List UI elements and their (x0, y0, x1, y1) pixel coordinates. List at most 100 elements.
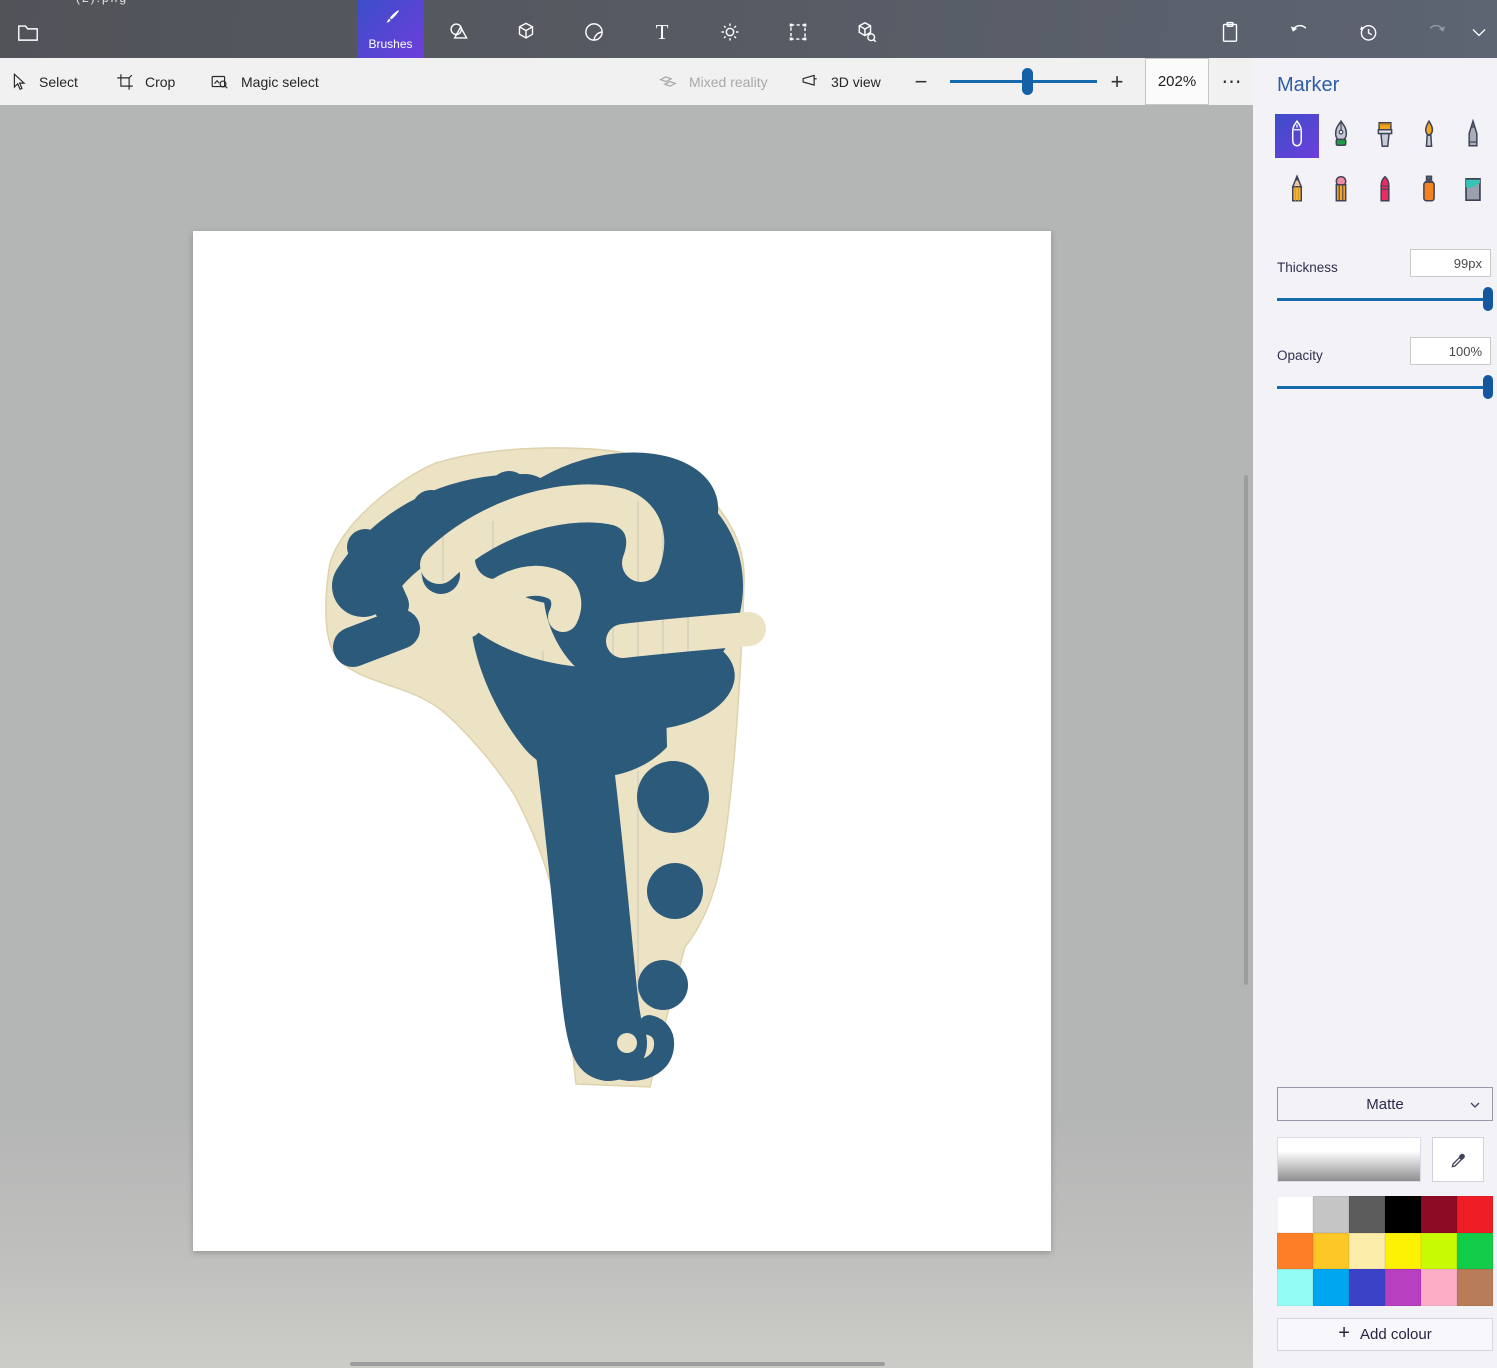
artwork-matisse-cutout (193, 231, 1051, 1251)
tab-3d-shapes[interactable] (504, 10, 548, 54)
opacity-slider-track[interactable] (1277, 386, 1491, 389)
thickness-slider[interactable] (1277, 287, 1491, 311)
material-dropdown[interactable]: Matte (1277, 1087, 1493, 1121)
workspace (0, 105, 1253, 1368)
brush-pixel-pen[interactable] (1451, 114, 1495, 158)
palette-colour[interactable] (1277, 1233, 1313, 1270)
brush-eraser[interactable] (1319, 169, 1363, 213)
3d-library-icon (853, 19, 879, 45)
opacity-label: Opacity (1277, 348, 1323, 363)
palette-colour[interactable] (1457, 1196, 1493, 1233)
horizontal-scrollbar[interactable] (350, 1362, 885, 1366)
palette-colour[interactable] (1277, 1196, 1313, 1233)
vertical-scrollbar[interactable] (1244, 475, 1248, 985)
tab-effects[interactable] (708, 10, 752, 54)
cursor-icon (8, 71, 30, 93)
magic-select-icon (208, 71, 232, 93)
palette-colour[interactable] (1421, 1233, 1457, 1270)
undo-icon (1286, 19, 1312, 45)
3d-shapes-icon (513, 19, 539, 45)
menu-button[interactable] (6, 10, 50, 54)
calligraphy-pen-icon (1326, 118, 1356, 155)
palette-colour[interactable] (1385, 1269, 1421, 1306)
select-button[interactable]: Select (8, 58, 78, 105)
tab-3d-library[interactable] (844, 10, 888, 54)
palette-colour[interactable] (1313, 1233, 1349, 1270)
zoom-slider[interactable] (950, 58, 1097, 105)
expand-toolbar-button[interactable] (1461, 10, 1497, 54)
palette-colour[interactable] (1349, 1269, 1385, 1306)
brush-crayon[interactable] (1363, 169, 1407, 213)
brush-fill[interactable] (1451, 169, 1495, 213)
zoom-level-value[interactable]: 202% (1145, 58, 1209, 105)
undo-button[interactable] (1277, 10, 1321, 54)
oil-brush-icon (1370, 118, 1400, 155)
brush-marker[interactable] (1275, 114, 1319, 158)
3d-view-icon (798, 71, 822, 93)
2d-shapes-icon (446, 19, 472, 45)
shade-gradient-swatch[interactable] (1277, 1137, 1421, 1182)
opacity-input[interactable]: 100% (1410, 337, 1491, 365)
palette-colour[interactable] (1349, 1196, 1385, 1233)
zoom-out-button[interactable]: − (908, 58, 934, 105)
history-clock-icon (1355, 19, 1381, 45)
thickness-slider-thumb[interactable] (1483, 287, 1493, 311)
add-colour-button[interactable]: + Add colour (1277, 1318, 1493, 1351)
thickness-label: Thickness (1277, 260, 1338, 275)
eraser-icon (1326, 173, 1356, 210)
3d-view-button[interactable]: 3D view (798, 58, 881, 105)
brush-oil[interactable] (1363, 114, 1407, 158)
panel-title: Marker (1277, 74, 1339, 97)
watercolour-icon (1414, 118, 1444, 155)
marker-panel: Marker (1253, 58, 1497, 1368)
material-value: Matte (1366, 1096, 1404, 1113)
palette-colour[interactable] (1385, 1196, 1421, 1233)
brush-watercolour[interactable] (1407, 114, 1451, 158)
paste-button[interactable] (1208, 10, 1252, 54)
canvas-page[interactable] (193, 231, 1051, 1251)
tab-stickers[interactable] (572, 10, 616, 54)
palette-colour[interactable] (1457, 1269, 1493, 1306)
history-button[interactable] (1346, 10, 1390, 54)
palette-colour[interactable] (1277, 1269, 1313, 1306)
brush-pencil[interactable] (1275, 169, 1319, 213)
tab-text[interactable]: T (640, 10, 684, 54)
pencil-icon (1282, 173, 1312, 210)
magic-select-button[interactable]: Magic select (208, 58, 319, 105)
palette-colour[interactable] (1349, 1233, 1385, 1270)
crop-button[interactable]: Crop (114, 58, 175, 105)
palette-colour[interactable] (1421, 1269, 1457, 1306)
brush-calligraphy-pen[interactable] (1319, 114, 1363, 158)
palette-colour[interactable] (1457, 1233, 1493, 1270)
brush-spray-can[interactable] (1407, 169, 1451, 213)
canvas-frame-icon (785, 19, 811, 45)
paint3d-window: (2).png Brushes (0, 0, 1497, 1368)
magic-select-label: Magic select (241, 74, 319, 90)
tab-brushes[interactable]: Brushes (357, 0, 424, 58)
crop-icon (114, 71, 136, 93)
mixed-reality-label: Mixed reality (689, 74, 768, 90)
palette-colour[interactable] (1313, 1269, 1349, 1306)
brush-tool-grid (1275, 114, 1495, 213)
chevron-down-icon (1467, 20, 1491, 44)
tab-canvas[interactable] (776, 10, 820, 54)
pixel-pen-icon (1458, 118, 1488, 155)
marker-icon (1282, 118, 1312, 155)
palette-colour[interactable] (1313, 1196, 1349, 1233)
tab-brushes-label: Brushes (368, 37, 412, 51)
more-options-button[interactable]: ⋯ (1216, 58, 1248, 105)
palette-colour[interactable] (1385, 1233, 1421, 1270)
thickness-slider-track[interactable] (1277, 298, 1491, 301)
brush-icon (380, 7, 402, 34)
palette-colour[interactable] (1421, 1196, 1457, 1233)
eyedropper-button[interactable] (1432, 1137, 1484, 1182)
tab-2d-shapes[interactable] (437, 10, 481, 54)
top-toolbar: (2).png Brushes (0, 0, 1497, 58)
opacity-slider-thumb[interactable] (1483, 375, 1493, 399)
zoom-slider-thumb[interactable] (1022, 68, 1033, 95)
thickness-input[interactable]: 99px (1410, 249, 1491, 277)
zoom-in-button[interactable]: + (1104, 58, 1130, 105)
add-colour-label: Add colour (1360, 1326, 1432, 1343)
redo-icon (1424, 19, 1450, 45)
opacity-slider[interactable] (1277, 375, 1491, 399)
